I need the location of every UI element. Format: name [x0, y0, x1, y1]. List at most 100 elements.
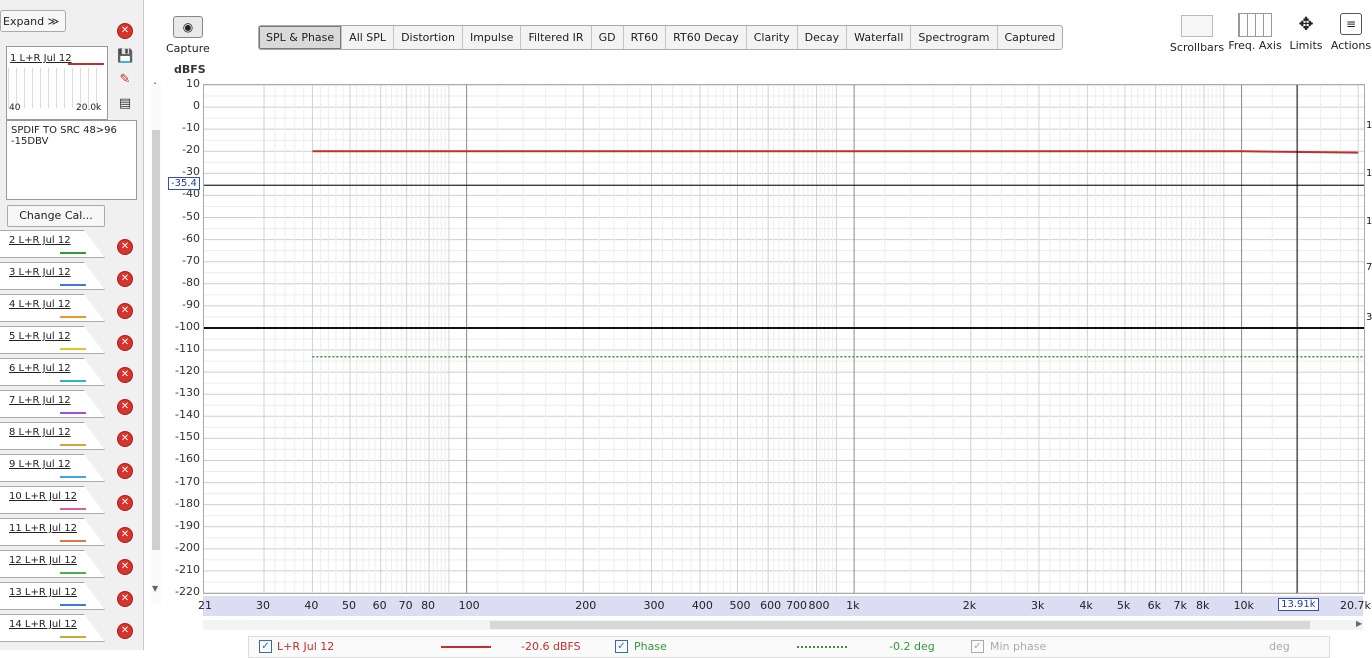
y-tick-label: -220 [175, 585, 200, 598]
capture-label[interactable]: Capture [166, 42, 210, 55]
plot-area[interactable] [203, 84, 1365, 594]
measurement-1-name: 1 L+R Jul 12 [10, 53, 72, 64]
thumbnail-max-label: 20.0k [76, 103, 102, 113]
measurement-item[interactable]: 2 L+R Jul 12 ✕ [0, 226, 143, 258]
measurement-name: 6 L+R Jul 12 [9, 363, 71, 374]
tab-captured[interactable]: Captured [998, 26, 1063, 49]
x-cursor-readout: 13.91k [1278, 598, 1319, 611]
close-icon[interactable]: ✕ [118, 368, 132, 382]
scroll-right-icon[interactable]: ▶ [1356, 619, 1362, 628]
y-tick-label: -210 [175, 562, 200, 576]
expand-button[interactable]: Expand ≫ [0, 10, 66, 32]
close-icon[interactable]: ✕ [118, 528, 132, 542]
close-icon[interactable]: ✕ [118, 304, 132, 318]
tab-clarity[interactable]: Clarity [747, 26, 798, 49]
thumbnail-min-label: 40 [9, 103, 21, 113]
close-icon[interactable]: ✕ [118, 272, 132, 286]
tab-spl-phase[interactable]: SPL & Phase [259, 26, 343, 49]
close-icon[interactable]: ✕ [118, 624, 132, 638]
measurement-name: 4 L+R Jul 12 [9, 299, 71, 310]
close-icon[interactable]: ✕ [118, 400, 132, 414]
tab-rt60-decay[interactable]: RT60 Decay [666, 26, 747, 49]
y-tick-label: -200 [175, 540, 200, 554]
freq-axis-tool[interactable]: Freq. Axis [1227, 13, 1283, 52]
x-tick-label: 5k [1116, 599, 1131, 612]
measurement-item[interactable]: 5 L+R Jul 12 ✕ [0, 322, 143, 354]
measurement-item[interactable]: 11 L+R Jul 12 ✕ [0, 514, 143, 546]
measurement-color-line [60, 604, 86, 606]
minphase-checkbox[interactable]: ✓ [971, 640, 984, 653]
measurement-name: 8 L+R Jul 12 [9, 427, 71, 438]
close-icon[interactable]: ✕ [118, 560, 132, 574]
tab-impulse[interactable]: Impulse [463, 26, 522, 49]
right-axis-label: 7 [1366, 262, 1372, 273]
y-tick-label: -120 [175, 364, 200, 378]
measurement-color-line [60, 508, 86, 510]
trace-checkbox[interactable]: ✓ [259, 640, 272, 653]
measurement-item[interactable]: 14 L+R Jul 12 ✕ [0, 610, 143, 642]
actions-tool[interactable]: ≡ Actions [1330, 13, 1372, 52]
measurement-item[interactable]: 9 L+R Jul 12 ✕ [0, 450, 143, 482]
close-icon[interactable]: ✕ [118, 432, 132, 446]
limits-tool[interactable]: ✥ Limits [1286, 13, 1326, 52]
camera-icon[interactable]: ◉ [173, 16, 203, 38]
x-tick-label: 800 [808, 599, 830, 612]
measurement-color-line [60, 252, 86, 254]
x-tick-label: 300 [643, 599, 665, 612]
tab-spectrogram[interactable]: Spectrogram [911, 26, 998, 49]
document-icon[interactable]: ▤ [117, 96, 133, 111]
y-tick-label: -170 [175, 474, 200, 488]
tab-waterfall[interactable]: Waterfall [847, 26, 912, 49]
measurement-name: 11 L+R Jul 12 [9, 523, 77, 534]
measurement-item[interactable]: 6 L+R Jul 12 ✕ [0, 354, 143, 386]
actions-icon: ≡ [1340, 13, 1362, 35]
close-icon[interactable]: ✕ [118, 24, 132, 38]
scrollbars-tool[interactable]: Scrollbars [1168, 13, 1226, 54]
y-cursor-readout: -35.4 [168, 177, 200, 191]
scroll-down-icon[interactable]: ▼ [152, 584, 158, 593]
x-tick-label: 30 [256, 599, 271, 612]
phase-swatch [797, 646, 847, 648]
x-tick-label: 10k [1233, 599, 1254, 612]
tab-distortion[interactable]: Distortion [394, 26, 463, 49]
x-tick-label: 6k [1147, 599, 1161, 612]
phase-label: Phase [634, 640, 667, 653]
close-icon[interactable]: ✕ [118, 464, 132, 478]
x-tick-label: 500 [729, 599, 751, 612]
measurement-item[interactable]: 4 L+R Jul 12 ✕ [0, 290, 143, 322]
plot-svg [204, 84, 1364, 594]
measurement-item[interactable]: 3 L+R Jul 12 ✕ [0, 258, 143, 290]
pen-icon[interactable]: ✎ [117, 72, 133, 87]
measurement-item[interactable]: 10 L+R Jul 12 ✕ [0, 482, 143, 514]
close-icon[interactable]: ✕ [118, 336, 132, 350]
close-icon[interactable]: ✕ [118, 240, 132, 254]
measurement-name: 10 L+R Jul 12 [9, 491, 77, 502]
x-tick-label: 70 [398, 599, 413, 612]
measurement-item[interactable]: 13 L+R Jul 12 ✕ [0, 578, 143, 610]
measurement-item[interactable]: 8 L+R Jul 12 ✕ [0, 418, 143, 450]
measurement-name: 3 L+R Jul 12 [9, 267, 71, 278]
x-tick-label: 20.7kHz [1340, 599, 1372, 612]
measurement-notes[interactable]: SPDIF TO SRC 48>96 -15DBV [6, 120, 137, 200]
close-icon[interactable]: ✕ [118, 496, 132, 510]
tab-decay[interactable]: Decay [798, 26, 848, 49]
tab-gd[interactable]: GD [592, 26, 624, 49]
save-icon[interactable]: 💾 [117, 49, 133, 64]
measurement-item[interactable]: 7 L+R Jul 12 ✕ [0, 386, 143, 418]
measurement-item[interactable]: 12 L+R Jul 12 ✕ [0, 546, 143, 578]
phase-checkbox[interactable]: ✓ [615, 640, 628, 653]
tab-filtered-ir[interactable]: Filtered IR [521, 26, 592, 49]
tab-all-spl[interactable]: All SPL [342, 26, 395, 49]
vertical-scroll-thumb[interactable] [152, 130, 160, 550]
measurement-name: 14 L+R Jul 12 [9, 619, 77, 630]
x-tick-label: 8k [1196, 599, 1210, 612]
y-tick-label: -10 [182, 121, 200, 135]
measurement-color-line [60, 572, 86, 574]
tab-rt60[interactable]: RT60 [624, 26, 667, 49]
y-tick-label: -110 [175, 342, 200, 356]
scrollbars-label: Scrollbars [1169, 41, 1225, 54]
close-icon[interactable]: ✕ [118, 592, 132, 606]
horizontal-scroll-thumb[interactable] [490, 621, 1310, 629]
measurement-color-line [60, 444, 86, 446]
graph-tabs: SPL & Phase All SPL Distortion Impulse Filte… [258, 25, 1064, 50]
